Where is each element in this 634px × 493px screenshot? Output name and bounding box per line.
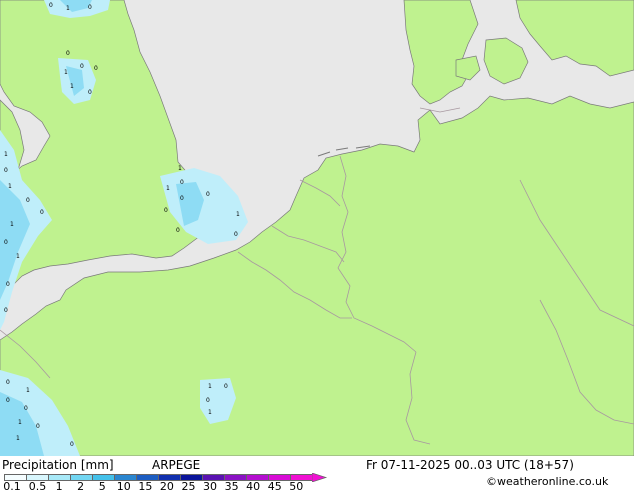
rain-mark: 1	[4, 151, 8, 158]
precipitation-map: 0 1 0 0 1 0 0 1 0 1 0 1 0 0 1 0 1 0 0 1 …	[0, 0, 634, 456]
color-scale-label: 45	[267, 480, 282, 493]
rain-mark: 0	[164, 207, 168, 214]
rain-mark: 1	[178, 165, 182, 172]
rain-mark: 0	[6, 281, 10, 288]
color-scale-label: 2	[77, 480, 85, 493]
color-scale-label: 30	[203, 480, 218, 493]
color-scale-label: 25	[181, 480, 196, 493]
color-scale-label: 5	[98, 480, 106, 493]
rain-mark: 0	[4, 307, 8, 314]
rain-mark: 0	[88, 4, 92, 11]
rain-mark: 0	[6, 397, 10, 404]
rain-mark: 0	[234, 231, 238, 238]
rain-mark: 1	[26, 387, 30, 394]
rain-mark: 0	[6, 379, 10, 386]
rain-mark: 0	[66, 50, 70, 57]
rain-mark: 0	[49, 2, 53, 9]
color-scale-label: 15	[138, 480, 153, 493]
rain-mark: 0	[36, 423, 40, 430]
legend-bar: Precipitation [mm] ARPEGE Fr 07-11-2025 …	[0, 456, 634, 493]
color-scale-label: 1	[55, 480, 63, 493]
rain-mark: 0	[180, 195, 184, 202]
color-scale-label: 20	[159, 480, 174, 493]
rain-mark: 0	[88, 89, 92, 96]
rain-mark: 0	[206, 397, 210, 404]
legend-title: Precipitation [mm]	[2, 458, 114, 472]
model-name: ARPEGE	[152, 458, 201, 472]
color-scale-label: 10	[116, 480, 131, 493]
rain-mark: 1	[208, 409, 212, 416]
rain-mark: 1	[18, 419, 22, 426]
rain-mark: 0	[180, 179, 184, 186]
rain-mark: 1	[166, 185, 170, 192]
rain-mark: 1	[70, 83, 74, 90]
rain-mark: 0	[26, 197, 30, 204]
rain-mark: 0	[206, 191, 210, 198]
rain-mark: 0	[224, 383, 228, 390]
rain-mark: 0	[4, 167, 8, 174]
rain-mark: 1	[8, 183, 12, 190]
rain-mark: 1	[10, 221, 14, 228]
rain-mark: 0	[40, 209, 44, 216]
color-scale-label: 40	[246, 480, 261, 493]
rain-mark: 0	[70, 441, 74, 448]
color-scale-label: 0.5	[28, 480, 47, 493]
rain-mark: 1	[66, 5, 70, 12]
rain-mark: 0	[4, 239, 8, 246]
credit-text: ©weatheronline.co.uk	[486, 475, 609, 488]
color-scale-arrow	[312, 473, 328, 482]
valid-time: Fr 07-11-2025 00..03 UTC (18+57)	[366, 458, 574, 472]
rain-mark: 1	[208, 383, 212, 390]
rain-mark: 1	[16, 253, 20, 260]
rain-mark: 0	[24, 405, 28, 412]
rain-mark: 0	[176, 227, 180, 234]
rain-mark: 1	[236, 211, 240, 218]
color-scale-label: 35	[224, 480, 239, 493]
rain-mark: 0	[94, 65, 98, 72]
rain-mark: 1	[64, 69, 68, 76]
rain-mark: 0	[80, 63, 84, 70]
rain-mark: 1	[16, 435, 20, 442]
color-scale-label: 50	[289, 480, 304, 493]
color-scale-label: 0.1	[3, 480, 21, 493]
